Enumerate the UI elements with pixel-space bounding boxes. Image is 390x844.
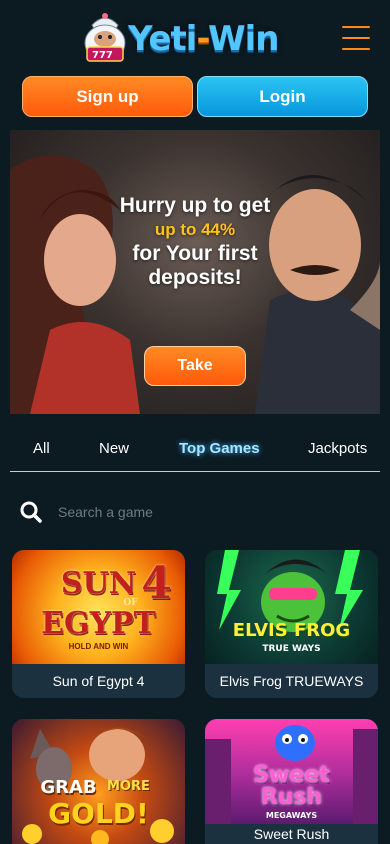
hamburger-menu-icon[interactable] xyxy=(342,26,372,58)
logo-text: Yeti-Win xyxy=(128,19,279,59)
game-art-subtitle: TRUE WAYS xyxy=(262,644,321,654)
sign-up-button[interactable]: Sign up xyxy=(22,76,193,117)
take-button[interactable]: Take xyxy=(144,346,246,386)
game-card-sweet-rush[interactable]: Sweet Rush MEGAWAYS Sweet Rush xyxy=(205,719,378,844)
search-input[interactable] xyxy=(58,498,358,526)
tab-top-games[interactable]: Top Games xyxy=(179,440,260,457)
login-button[interactable]: Login xyxy=(197,76,368,117)
game-art-subtitle: HOLD AND WIN xyxy=(68,642,129,651)
game-card-grab-more-gold[interactable]: GRAB MORE GOLD! xyxy=(12,719,185,844)
tab-jackpots[interactable]: Jackpots xyxy=(308,440,367,457)
game-art-title-mid: Rush xyxy=(260,785,323,810)
logo-text-right: Win xyxy=(208,19,279,59)
game-art-title-mid: GOLD! xyxy=(48,797,149,830)
game-art-more: MORE xyxy=(107,779,150,794)
game-thumbnail: GRAB MORE GOLD! xyxy=(12,719,185,844)
banner-headline: Hurry up to get up to 44% for Your first… xyxy=(10,194,380,290)
game-art-title-mid: EGYPT xyxy=(41,606,156,641)
banner-line-2: for Your first xyxy=(132,242,258,265)
banner-highlight: up to 44% xyxy=(154,220,236,239)
game-thumbnail: SUN 4 OF EGYPT HOLD AND WIN xyxy=(12,550,185,664)
svg-text:777: 777 xyxy=(92,50,113,61)
game-name: Sun of Egypt 4 xyxy=(12,664,185,698)
game-thumbnail: ELVIS FROG TRUE WAYS xyxy=(205,550,378,664)
game-name: Sweet Rush xyxy=(205,824,378,844)
game-search xyxy=(10,494,380,530)
game-card-sun-of-egypt-4[interactable]: SUN 4 OF EGYPT HOLD AND WIN Sun of Egypt… xyxy=(12,550,185,698)
search-icon[interactable] xyxy=(19,500,43,524)
banner-line-3: deposits! xyxy=(148,266,242,289)
promo-banner: Hurry up to get up to 44% for Your first… xyxy=(10,130,380,414)
header: 777 Yeti-Win xyxy=(0,0,390,70)
yeti-win-logo[interactable]: 777 Yeti-Win xyxy=(78,10,318,68)
yeti-mascot-icon: 777 xyxy=(78,11,132,67)
logo-text-dash: - xyxy=(196,19,209,59)
game-thumbnail: Sweet Rush MEGAWAYS xyxy=(205,719,378,824)
game-category-tabs: All New Top Games Jackpots xyxy=(10,438,380,472)
game-art-title: ELVIS FROG xyxy=(232,620,351,641)
tab-all[interactable]: All xyxy=(33,440,50,457)
game-art-subtitle: MEGAWAYS xyxy=(265,811,318,820)
logo-text-left: Yeti xyxy=(128,19,197,59)
banner-line-1: Hurry up to get xyxy=(119,194,271,217)
game-name: Elvis Frog TRUEWAYS xyxy=(205,664,378,698)
game-card-elvis-frog[interactable]: ELVIS FROG TRUE WAYS Elvis Frog TRUEWAYS xyxy=(205,550,378,698)
tab-new[interactable]: New xyxy=(99,440,129,457)
